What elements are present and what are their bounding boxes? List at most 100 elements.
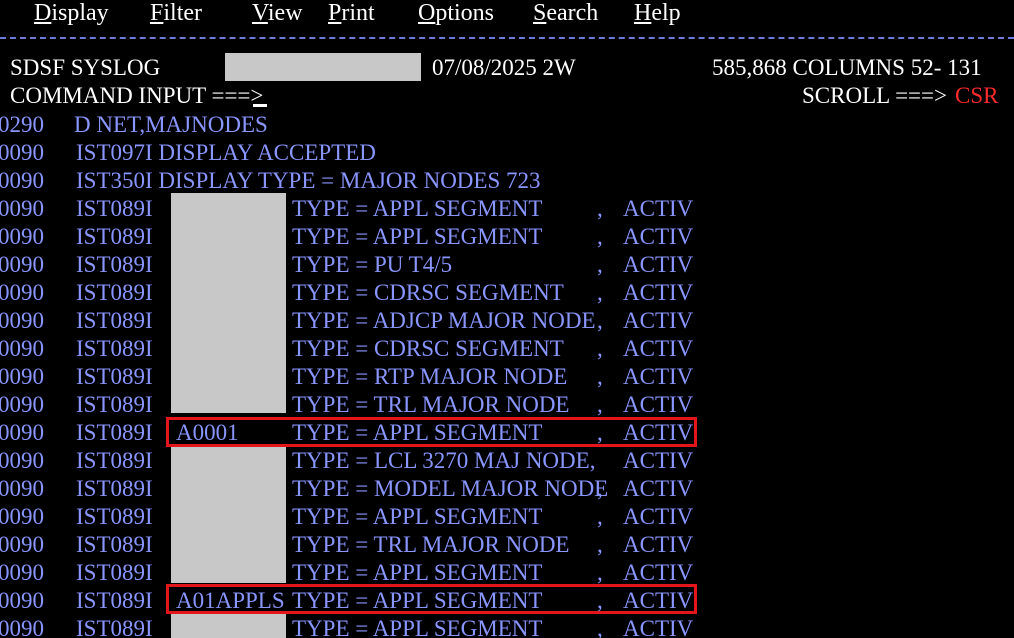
node-severity: 0090 xyxy=(0,448,44,473)
node-message-id: IST089I xyxy=(76,308,153,333)
node-separator: , xyxy=(597,504,603,529)
node-message-id: IST089I xyxy=(76,448,153,473)
node-type: TYPE = APPL SEGMENT xyxy=(292,224,543,249)
node-type: TYPE = CDRSC SEGMENT xyxy=(292,336,564,361)
node-separator: , xyxy=(597,196,603,221)
node-status: ACTIV xyxy=(623,336,694,361)
redacted-block xyxy=(171,193,286,413)
node-message-id: IST089I xyxy=(76,224,153,249)
node-severity: 0090 xyxy=(0,560,44,585)
node-row: 0090 IST089I TYPE = APPL SEGMENT, ACTIV xyxy=(0,615,1014,638)
node-separator: , xyxy=(597,224,603,249)
node-type: TYPE = RTP MAJOR NODE xyxy=(292,364,568,389)
node-message-id: IST089I xyxy=(76,588,153,613)
log-text: IST097I DISPLAY ACCEPTED xyxy=(76,140,376,165)
node-status: ACTIV xyxy=(623,532,694,557)
node-severity: 0090 xyxy=(0,420,44,445)
node-row: 0090 IST089I TYPE = PU T4/5, ACTIV xyxy=(0,251,1014,279)
node-severity: 0090 xyxy=(0,616,44,638)
node-status: ACTIV xyxy=(623,280,694,305)
scroll-label: SCROLL ===> xyxy=(802,83,947,108)
node-separator: , xyxy=(597,476,603,501)
node-severity: 0090 xyxy=(0,392,44,417)
command-input-label: COMMAND INPUT ===> xyxy=(10,83,264,108)
node-status: ACTIV xyxy=(623,196,694,221)
node-type: TYPE = PU T4/5 xyxy=(292,252,453,277)
menu-search[interactable]: Search xyxy=(533,0,598,27)
menu-options[interactable]: Options xyxy=(418,0,494,27)
node-row: 0090 IST089I TYPE = TRL MAJOR NODE, ACTIV xyxy=(0,531,1014,559)
node-message-id: IST089I xyxy=(76,420,153,445)
node-separator: , xyxy=(597,252,603,277)
node-type: TYPE = MODEL MAJOR NODE xyxy=(292,476,609,501)
node-severity: 0090 xyxy=(0,476,44,501)
node-row: 0090 IST089I TYPE = MODEL MAJOR NODE, ACTIV xyxy=(0,475,1014,503)
panel-title: SDSF SYSLOG xyxy=(10,55,161,80)
node-row: 0090 IST089I TYPE = APPL SEGMENT, ACTIV xyxy=(0,195,1014,223)
node-row: 0090 IST089I TYPE = ADJCP MAJOR NODE, ACTIV xyxy=(0,307,1014,335)
node-separator: , xyxy=(597,560,603,585)
log-severity: 0090 xyxy=(0,140,44,165)
node-message-id: IST089I xyxy=(76,560,153,585)
node-type: TYPE = TRL MAJOR NODE xyxy=(292,532,570,557)
node-status: ACTIV xyxy=(623,560,694,585)
node-severity: 0090 xyxy=(0,280,44,305)
highlight-box-a01appls xyxy=(166,584,697,614)
node-message-id: IST089I xyxy=(76,532,153,557)
menu-separator xyxy=(0,37,1014,39)
node-severity: 0090 xyxy=(0,532,44,557)
node-status: ACTIV xyxy=(623,252,694,277)
node-separator: , xyxy=(597,280,603,305)
menu-view[interactable]: View xyxy=(252,0,303,27)
node-status: ACTIV xyxy=(623,448,694,473)
node-separator: , xyxy=(597,616,603,638)
menu-bar: Display Filter View Print Options Search… xyxy=(0,0,1014,30)
node-message-id: IST089I xyxy=(76,616,153,638)
node-row: 0090 IST089I TYPE = APPL SEGMENT, ACTIV xyxy=(0,503,1014,531)
node-message-id: IST089I xyxy=(76,392,153,417)
node-type: TYPE = APPL SEGMENT xyxy=(292,196,543,221)
log-severity: 0090 xyxy=(0,168,44,193)
log-text: D NET,MAJNODES xyxy=(74,112,268,137)
scroll-value[interactable]: CSR xyxy=(955,82,998,110)
menu-display[interactable]: Display xyxy=(34,0,109,27)
command-input-field[interactable] xyxy=(253,104,267,107)
node-row: 0090 IST089I TYPE = APPL SEGMENT, ACTIV xyxy=(0,559,1014,587)
log-row: 0090 IST097I DISPLAY ACCEPTED xyxy=(0,139,1014,167)
node-message-id: IST089I xyxy=(76,280,153,305)
node-status: ACTIV xyxy=(623,308,694,333)
node-row: 0090 IST089I TYPE = APPL SEGMENT, ACTIV xyxy=(0,223,1014,251)
date-label: 07/08/2025 2W xyxy=(432,55,576,80)
node-row: 0090 IST089I TYPE = CDRSC SEGMENT, ACTIV xyxy=(0,335,1014,363)
node-status: ACTIV xyxy=(623,364,694,389)
node-severity: 0090 xyxy=(0,504,44,529)
node-row: 0090 IST089I TYPE = RTP MAJOR NODE, ACTIV xyxy=(0,363,1014,391)
menu-print[interactable]: Print xyxy=(328,0,375,27)
node-status: ACTIV xyxy=(623,504,694,529)
node-type: TYPE = APPL SEGMENT xyxy=(292,504,543,529)
node-row: 0090 IST089I TYPE = TRL MAJOR NODE, ACTIV xyxy=(0,391,1014,419)
node-severity: 0090 xyxy=(0,224,44,249)
node-severity: 0090 xyxy=(0,308,44,333)
node-severity: 0090 xyxy=(0,588,44,613)
node-type: TYPE = APPL SEGMENT xyxy=(292,616,543,638)
menu-help[interactable]: Help xyxy=(634,0,681,27)
node-severity: 0090 xyxy=(0,252,44,277)
node-message-id: IST089I xyxy=(76,364,153,389)
menu-filter[interactable]: Filter xyxy=(150,0,202,27)
redacted-block xyxy=(171,614,286,638)
node-type: TYPE = TRL MAJOR NODE xyxy=(292,392,570,417)
node-message-id: IST089I xyxy=(76,252,153,277)
node-status: ACTIV xyxy=(623,392,694,417)
node-message-id: IST089I xyxy=(76,476,153,501)
node-separator: , xyxy=(597,532,603,557)
redacted-field xyxy=(225,53,421,81)
node-severity: 0090 xyxy=(0,336,44,361)
log-severity: 0290 xyxy=(0,112,44,137)
node-separator: , xyxy=(597,364,603,389)
node-type: TYPE = ADJCP MAJOR NODE xyxy=(292,308,596,333)
node-separator: , xyxy=(597,392,603,417)
node-type: TYPE = LCL 3270 MAJ NODE, xyxy=(292,448,596,473)
node-row: 0090 IST089I TYPE = CDRSC SEGMENT, ACTIV xyxy=(0,279,1014,307)
redacted-block xyxy=(171,447,286,583)
